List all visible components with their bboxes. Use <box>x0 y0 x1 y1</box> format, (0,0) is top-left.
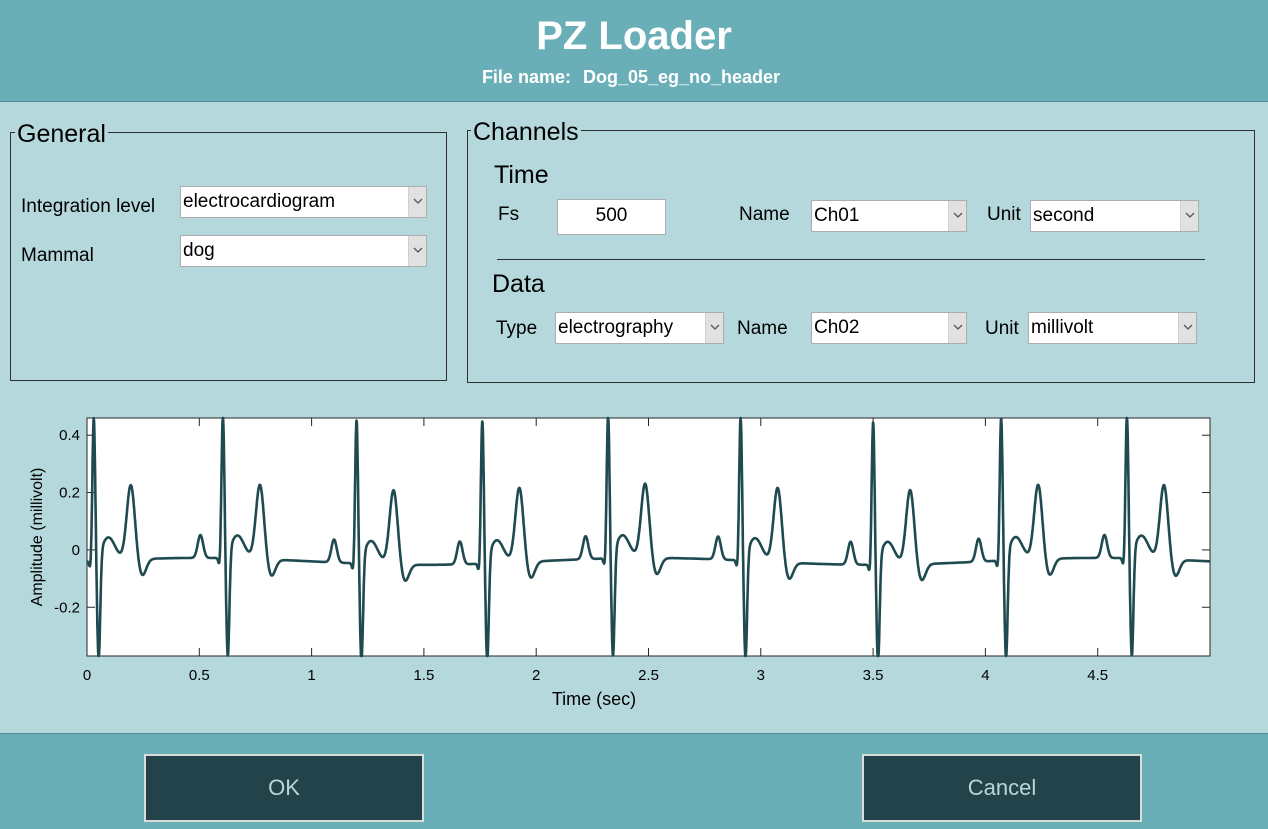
y-axis-ticks: 0.4 0.2 0 -0.2 <box>54 427 1210 616</box>
y-tick-label: -0.2 <box>54 599 80 616</box>
time-unit-value: second <box>1033 205 1095 226</box>
time-name-value: Ch01 <box>814 205 860 226</box>
data-unit-dropdown[interactable]: millivolt <box>1028 312 1197 344</box>
data-type-value: electrography <box>558 317 674 338</box>
y-tick-label: 0.2 <box>59 485 80 502</box>
chevron-down-icon <box>948 313 966 343</box>
x-tick-label: 4 <box>981 667 989 684</box>
data-unit-value: millivolt <box>1031 317 1094 338</box>
time-name-label: Name <box>739 204 790 225</box>
general-panel-title: General <box>15 120 108 148</box>
y-tick-label: 0 <box>72 542 80 559</box>
chevron-down-icon <box>705 313 723 343</box>
integration-level-label: Integration level <box>21 196 156 217</box>
chevron-down-icon <box>948 201 966 231</box>
x-tick-label: 0.5 <box>189 667 210 684</box>
data-unit-label: Unit <box>985 318 1019 339</box>
x-tick-label: 3.5 <box>863 667 884 684</box>
fs-label: Fs <box>498 204 520 225</box>
chevron-down-icon <box>408 187 426 217</box>
plot-area <box>86 417 1211 657</box>
mammal-dropdown[interactable]: dog <box>180 235 427 267</box>
x-axis-ticks: 0 0.5 1 1.5 2 2.5 3 3.5 4 4.5 <box>83 418 1108 684</box>
chevron-down-icon <box>408 236 426 266</box>
y-tick-label: 0.4 <box>59 427 80 444</box>
chevron-down-icon <box>1178 313 1196 343</box>
x-tick-label: 2.5 <box>638 667 659 684</box>
data-name-value: Ch02 <box>814 317 860 338</box>
data-section-title: Data <box>492 270 545 298</box>
cancel-button[interactable]: Cancel <box>862 754 1142 822</box>
integration-level-dropdown[interactable]: electrocardiogram <box>180 186 427 218</box>
mammal-label: Mammal <box>21 245 94 266</box>
time-unit-dropdown[interactable]: second <box>1030 200 1199 232</box>
ecg-signal-line <box>86 416 1211 658</box>
x-tick-label: 1 <box>307 667 315 684</box>
x-tick-label: 3 <box>757 667 765 684</box>
y-axis-label: Amplitude (millivolt) <box>29 468 46 607</box>
time-unit-label: Unit <box>987 204 1021 225</box>
integration-level-value: electrocardiogram <box>183 191 336 212</box>
x-tick-label: 1.5 <box>413 667 434 684</box>
x-tick-label: 2 <box>532 667 540 684</box>
channels-divider <box>497 259 1205 260</box>
channels-panel-title: Channels <box>471 118 581 146</box>
fs-input[interactable]: 500 <box>557 199 666 235</box>
app-title: PZ Loader <box>536 14 732 58</box>
data-name-label: Name <box>737 318 788 339</box>
channels-panel <box>467 130 1255 383</box>
chevron-down-icon <box>1180 201 1198 231</box>
title-bar: PZ Loader File name: Dog_05_eg_no_header <box>0 0 1268 102</box>
x-tick-label: 4.5 <box>1087 667 1108 684</box>
mammal-value: dog <box>183 240 215 261</box>
time-name-dropdown[interactable]: Ch01 <box>811 200 967 232</box>
file-name-label: File name: <box>481 67 571 87</box>
data-type-label: Type <box>496 318 538 339</box>
time-section-title: Time <box>494 161 549 189</box>
file-name-value: Dog_05_eg_no_header <box>582 67 781 87</box>
ok-button[interactable]: OK <box>144 754 424 822</box>
x-axis-label: Time (sec) <box>552 689 636 709</box>
data-type-dropdown[interactable]: electrography <box>555 312 724 344</box>
x-tick-label: 0 <box>83 667 91 684</box>
file-name-line: File name: Dog_05_eg_no_header <box>0 66 1262 88</box>
data-name-dropdown[interactable]: Ch02 <box>811 312 967 344</box>
